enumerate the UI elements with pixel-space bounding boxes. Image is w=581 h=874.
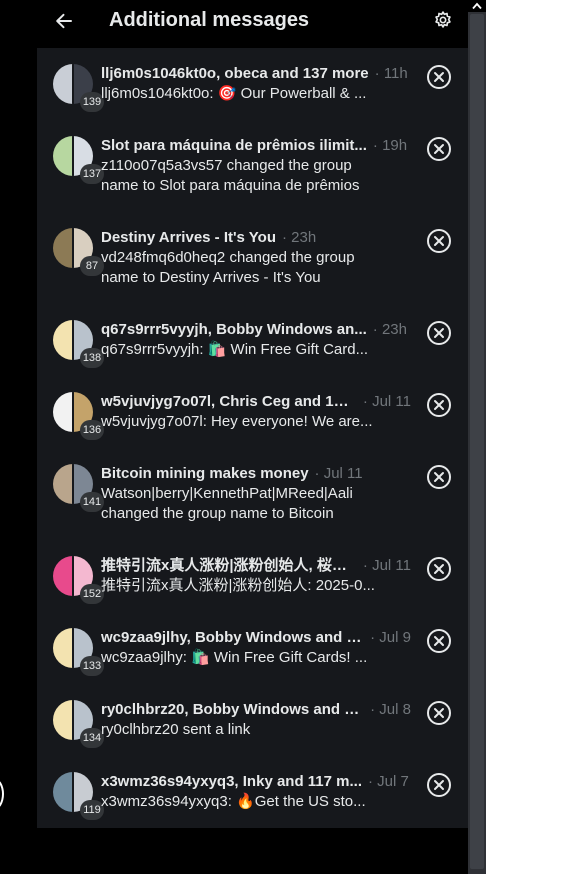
conversation-preview: z110o07q5a3vs57 changed the group name t… bbox=[101, 157, 360, 194]
conversation-item[interactable]: 152 推特引流x真人涨粉|涨粉创始人, 桜@... · Jul 11 推特引流… bbox=[37, 540, 468, 612]
close-circle-icon bbox=[426, 773, 452, 802]
dismiss-button[interactable] bbox=[426, 392, 452, 418]
conversation-time: · Jul 7 bbox=[368, 773, 409, 790]
close-circle-icon bbox=[426, 321, 452, 350]
conversation-item[interactable]: 136 w5vjuvjyg7o07l, Chris Ceg and 134...… bbox=[37, 376, 468, 448]
dismiss-button[interactable] bbox=[426, 64, 452, 90]
conversation-name: q67s9rrr5vyyjh, Bobby Windows an... bbox=[101, 321, 367, 338]
close-circle-icon bbox=[426, 65, 452, 94]
screen: Additional messages 139 llj6m0s1046kt0o,… bbox=[0, 0, 581, 874]
conversation-preview: ry0clhbrz20 sent a link bbox=[101, 721, 251, 738]
conversation-preview: wc9zaa9jlhy: 🛍️ Win Free Gift Cards! ... bbox=[101, 649, 368, 666]
conversation-item[interactable]: 137 Slot para máquina de prêmios ilimit.… bbox=[37, 120, 468, 212]
group-avatar: 137 bbox=[53, 136, 104, 184]
conversation-preview: q67s9rrr5vyyjh: 🛍️ Win Free Gift Card... bbox=[101, 341, 369, 358]
arrow-left-icon bbox=[54, 11, 74, 36]
conversation-time: · Jul 11 bbox=[362, 557, 411, 574]
conversation-item[interactable]: 133 wc9zaa9jlhy, Bobby Windows and 1... … bbox=[37, 612, 468, 684]
conversation-time: · Jul 9 bbox=[370, 629, 411, 646]
conversation-name: x3wmz36s94yxyq3, Inky and 117 m... bbox=[101, 773, 362, 790]
conversation-preview: llj6m0s1046kt0o: 🎯 Our Powerball & ... bbox=[101, 85, 367, 102]
conversation-preview: Watson|berry|KennethPat|MReed|Aali chang… bbox=[101, 485, 353, 522]
conversation-name: 推特引流x真人涨粉|涨粉创始人, 桜@... bbox=[101, 557, 357, 574]
group-avatar: 87 bbox=[53, 228, 104, 276]
dismiss-button[interactable] bbox=[426, 464, 452, 490]
conversation-name: ry0clhbrz20, Bobby Windows and 1... bbox=[101, 701, 365, 718]
conversation-name: llj6m0s1046kt0o, obeca and 137 more bbox=[101, 65, 369, 82]
close-circle-icon bbox=[426, 701, 452, 730]
group-avatar: 119 bbox=[53, 772, 104, 820]
conversation-preview: 推特引流x真人涨粉|涨粉创始人: 2025-0... bbox=[101, 577, 375, 594]
conversation-name: Destiny Arrives - It's You bbox=[101, 229, 277, 246]
background-left-region bbox=[0, 0, 37, 874]
conversation-name: wc9zaa9jlhy, Bobby Windows and 1... bbox=[101, 629, 365, 646]
conversation-preview: x3wmz36s94yxyq3: 🔥Get the US sto... bbox=[101, 793, 366, 810]
conversation-list: 139 llj6m0s1046kt0o, obeca and 137 more … bbox=[37, 48, 468, 828]
gear-icon bbox=[433, 10, 453, 35]
back-button[interactable] bbox=[49, 8, 79, 38]
conversation-item[interactable]: 139 llj6m0s1046kt0o, obeca and 137 more … bbox=[37, 48, 468, 120]
conversation-item[interactable]: 134 ry0clhbrz20, Bobby Windows and 1... … bbox=[37, 684, 468, 756]
close-circle-icon bbox=[426, 393, 452, 422]
close-circle-icon bbox=[426, 557, 452, 586]
group-avatar: 152 bbox=[53, 556, 104, 604]
conversation-preview: vd248fmq6d0heq2 changed the group name t… bbox=[101, 249, 355, 286]
group-avatar: 139 bbox=[53, 64, 104, 112]
conversation-item[interactable]: 119 x3wmz36s94yxyq3, Inky and 117 m... ·… bbox=[37, 756, 468, 828]
close-circle-icon bbox=[426, 137, 452, 166]
additional-messages-panel: Additional messages 139 llj6m0s1046kt0o,… bbox=[37, 0, 468, 874]
dismiss-button[interactable] bbox=[426, 228, 452, 254]
dismiss-button[interactable] bbox=[426, 320, 452, 346]
dismiss-button[interactable] bbox=[426, 556, 452, 582]
scrollbar-thumb[interactable] bbox=[470, 14, 484, 869]
scroll-up-button[interactable] bbox=[468, 0, 486, 12]
conversation-time: · Jul 11 bbox=[362, 393, 411, 410]
conversation-name: w5vjuvjyg7o07l, Chris Ceg and 134... bbox=[101, 393, 357, 410]
group-avatar: 136 bbox=[53, 392, 104, 440]
group-avatar: 138 bbox=[53, 320, 104, 368]
conversation-name: Slot para máquina de prêmios ilimit... bbox=[101, 137, 367, 154]
conversation-time: · Jul 11 bbox=[314, 465, 363, 482]
dismiss-button[interactable] bbox=[426, 136, 452, 162]
conversation-time: · Jul 8 bbox=[370, 701, 411, 718]
conversation-name: Bitcoin mining makes money bbox=[101, 465, 309, 482]
close-circle-icon bbox=[426, 465, 452, 494]
close-circle-icon bbox=[426, 229, 452, 258]
conversation-time: · 11h bbox=[374, 65, 408, 82]
conversation-time: · 23h bbox=[282, 229, 317, 246]
conversation-time: · 23h bbox=[372, 321, 407, 338]
conversation-preview: w5vjuvjyg7o07l: Hey everyone! We are... bbox=[101, 413, 373, 430]
dismiss-button[interactable] bbox=[426, 628, 452, 654]
conversation-item[interactable]: 138 q67s9rrr5vyyjh, Bobby Windows an... … bbox=[37, 304, 468, 376]
group-avatar: 133 bbox=[53, 628, 104, 676]
settings-button[interactable] bbox=[429, 8, 457, 36]
scrollbar[interactable] bbox=[468, 0, 486, 874]
caret-up-icon bbox=[472, 0, 482, 15]
conversation-item[interactable]: 141 Bitcoin mining makes money · Jul 11 … bbox=[37, 448, 468, 540]
group-avatar: 134 bbox=[53, 700, 104, 748]
dismiss-button[interactable] bbox=[426, 772, 452, 798]
conversation-time: · 19h bbox=[372, 137, 408, 154]
close-circle-icon bbox=[426, 629, 452, 658]
dismiss-button[interactable] bbox=[426, 700, 452, 726]
panel-header: Additional messages bbox=[37, 0, 468, 48]
conversation-item[interactable]: 87 Destiny Arrives - It's You · 23h vd24… bbox=[37, 212, 468, 304]
group-avatar: 141 bbox=[53, 464, 104, 512]
page-title: Additional messages bbox=[109, 9, 310, 31]
